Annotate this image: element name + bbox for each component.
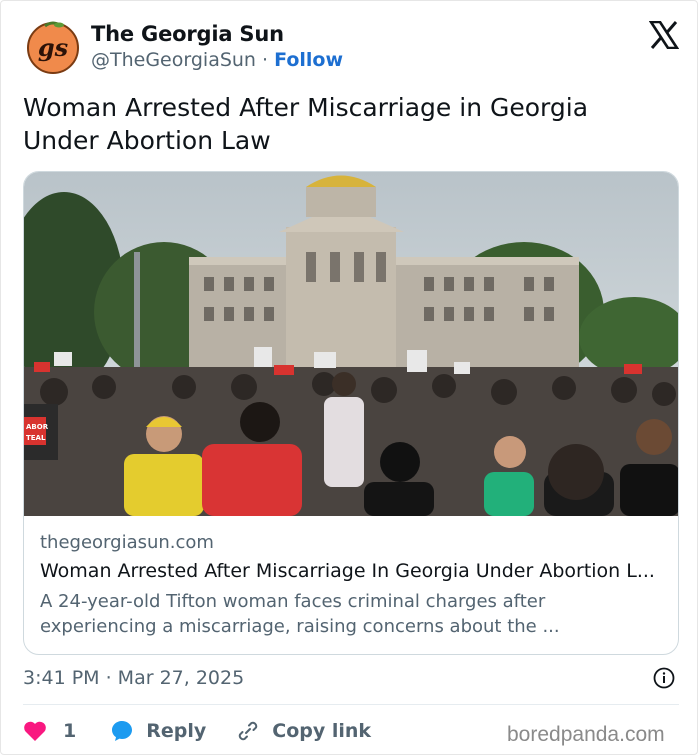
reply-button[interactable]: Reply <box>110 719 206 743</box>
link-title[interactable]: Woman Arrested After Miscarriage In Geor… <box>40 560 668 582</box>
link-icon <box>239 721 258 741</box>
link-preview-card[interactable]: ABOR TEAL thegeorgiasun.com Woman Arrest… <box>23 171 679 655</box>
copy-link-button[interactable]: Copy link <box>236 719 371 743</box>
link-description: A 24-year-old Tifton woman faces crimina… <box>40 591 560 637</box>
copy-link-label: Copy link <box>272 720 372 742</box>
reply-label: Reply <box>146 720 207 742</box>
reply-icon <box>112 721 133 741</box>
avatar[interactable]: gs <box>25 18 81 74</box>
like-count: 1 <box>63 720 77 742</box>
author-line: @TheGeorgiaSun · Follow <box>91 49 343 71</box>
link-domain: thegeorgiasun.com <box>40 532 214 553</box>
watermark: boredpanda.com <box>507 723 665 746</box>
sign-text-2: TEAL <box>26 434 46 442</box>
tweet-card: gs The Georgia Sun @TheGeorgiaSun · Foll… <box>0 0 698 755</box>
action-bar: 1 Reply Copy link <box>23 717 371 745</box>
info-icon[interactable] <box>653 667 675 689</box>
handle-separator: · <box>255 49 275 71</box>
heart-icon <box>24 721 46 741</box>
divider <box>23 704 679 705</box>
svg-text:gs: gs <box>38 33 69 62</box>
tweet-text: Woman Arrested After Miscarriage in Geor… <box>23 93 589 155</box>
sign-text-1: ABOR <box>26 423 49 431</box>
like-button[interactable]: 1 <box>23 720 76 742</box>
author-name[interactable]: The Georgia Sun <box>91 22 284 46</box>
article-image: ABOR TEAL <box>24 172 678 516</box>
follow-button[interactable]: Follow <box>274 49 343 71</box>
author-handle[interactable]: @TheGeorgiaSun <box>91 49 256 71</box>
x-logo-icon[interactable] <box>649 21 679 49</box>
timestamp[interactable]: 3:41 PM · Mar 27, 2025 <box>23 667 244 689</box>
